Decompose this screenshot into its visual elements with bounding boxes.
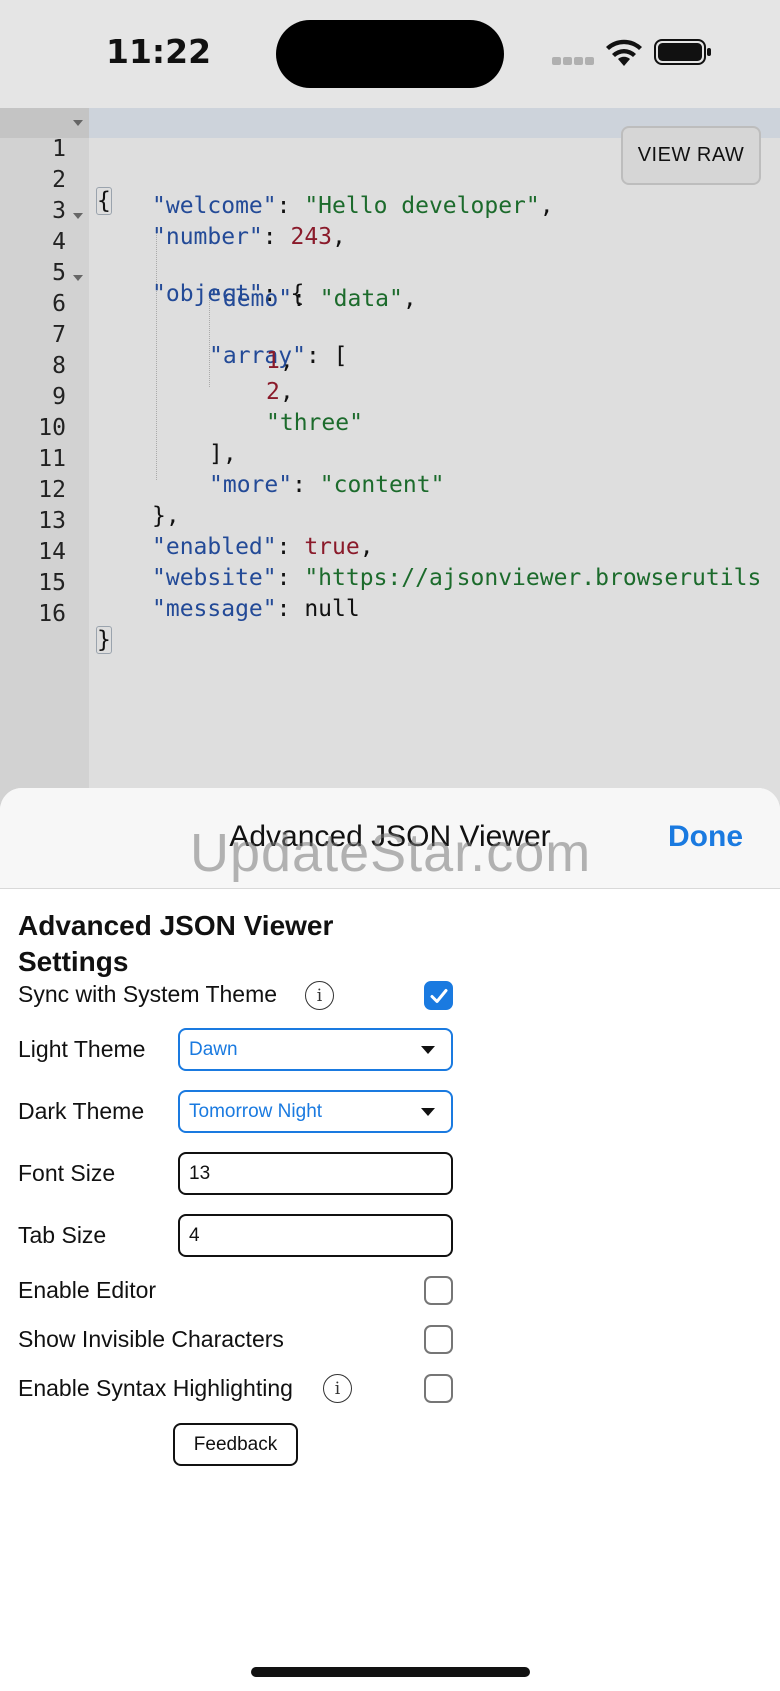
battery-icon	[654, 39, 711, 65]
code-line: 7 1,	[0, 294, 780, 374]
code-line: 12 },	[0, 449, 780, 529]
fold-arrow-icon[interactable]	[73, 275, 83, 281]
home-indicator[interactable]	[251, 1667, 530, 1677]
view-raw-button[interactable]: VIEW RAW	[621, 126, 761, 185]
status-bar: 11:22	[0, 0, 780, 108]
syntax-highlighting-label: Enable Syntax Highlighting	[18, 1375, 293, 1401]
sheet-header: Advanced JSON Viewer UpdateStar.com Done	[0, 788, 780, 889]
signal-dots-icon	[552, 57, 594, 65]
fold-arrow-icon[interactable]	[73, 120, 83, 126]
sync-theme-checkbox[interactable]	[424, 981, 453, 1010]
code-line: 8 2,	[0, 325, 780, 405]
light-theme-label: Light Theme	[18, 1036, 146, 1062]
font-size-input[interactable]: 13	[178, 1152, 453, 1195]
font-size-label: Font Size	[18, 1160, 116, 1186]
code-line: 11 "more": "content"	[0, 418, 780, 498]
code-line: 16 }	[0, 573, 780, 654]
close-brace: }	[96, 626, 112, 654]
code-line: 5 "demo": "data",	[0, 232, 780, 312]
enable-editor-label: Enable Editor	[18, 1277, 157, 1303]
json-editor[interactable]: 1 { 2 "welcome": "Hello developer", 3 "n…	[0, 108, 780, 808]
chevron-down-icon	[421, 1046, 435, 1054]
show-invisible-checkbox[interactable]	[424, 1325, 453, 1354]
code-line: 15 "message": null	[0, 542, 780, 622]
info-icon[interactable]: i	[323, 1374, 352, 1403]
light-theme-select[interactable]: Dawn	[178, 1028, 453, 1071]
code-line: 6 "array": [	[0, 263, 780, 369]
dynamic-island	[276, 20, 504, 88]
sync-theme-label: Sync with System Theme	[18, 981, 278, 1007]
settings-heading: Advanced JSON Viewer Settings	[18, 910, 334, 977]
dark-theme-label: Dark Theme	[18, 1098, 145, 1124]
code-line: 9 "three"	[0, 356, 780, 436]
syntax-highlighting-checkbox[interactable]	[424, 1374, 453, 1403]
code-line: 4 "object": {	[0, 201, 780, 307]
dark-theme-select[interactable]: Tomorrow Night	[178, 1090, 453, 1133]
enable-editor-checkbox[interactable]	[424, 1276, 453, 1305]
dark-theme-value: Tomorrow Night	[189, 1101, 323, 1122]
code-line: 10 ],	[0, 387, 780, 467]
show-invisible-label: Show Invisible Characters	[18, 1326, 284, 1352]
fold-arrow-icon[interactable]	[73, 213, 83, 219]
info-icon[interactable]: i	[305, 981, 334, 1010]
chevron-down-icon	[421, 1108, 435, 1116]
tab-size-label: Tab Size	[18, 1222, 107, 1248]
tab-size-input[interactable]: 4	[178, 1214, 453, 1257]
status-time: 11:22	[106, 32, 212, 71]
code-line: 14 "website": "https://ajsonviewer.brows…	[0, 511, 780, 591]
checkmark-icon	[430, 989, 448, 1003]
watermark: UpdateStar.com	[190, 823, 592, 883]
wifi-icon	[606, 39, 642, 66]
line-number: 16	[38, 601, 66, 627]
done-button[interactable]: Done	[668, 820, 743, 854]
light-theme-value: Dawn	[189, 1039, 238, 1060]
feedback-button[interactable]: Feedback	[173, 1423, 298, 1466]
code-line: 13 "enabled": true,	[0, 480, 780, 560]
settings-sheet: Advanced JSON Viewer UpdateStar.com Done…	[0, 788, 780, 1691]
